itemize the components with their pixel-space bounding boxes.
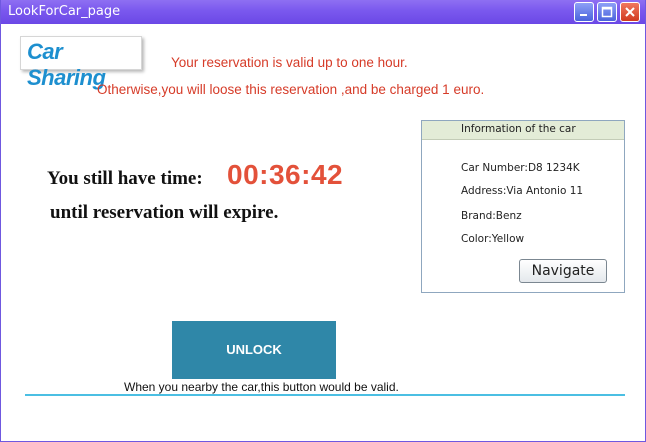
close-button[interactable] (620, 2, 640, 22)
window-title: LookForCar_page (8, 4, 121, 19)
title-bar[interactable]: LookForCar_page (1, 0, 645, 24)
reservation-notice-line1: Your reservation is valid up to one hour… (171, 55, 408, 70)
unlock-hint: When you nearby the car,this button woul… (124, 380, 399, 394)
car-info-panel: Information of the car Car Number:D8 123… (421, 120, 625, 293)
car-info-header: Information of the car (422, 121, 624, 140)
maximize-button[interactable] (597, 2, 617, 22)
countdown-timer: 00:36:42 (227, 159, 344, 190)
reservation-notice-line2: Otherwise,you will loose this reservatio… (97, 82, 485, 97)
main-content: Car Sharing Your reservation is valid up… (7, 24, 639, 436)
app-window: LookForCar_page Car Sharing Your reserva… (0, 0, 646, 442)
navigate-button[interactable]: Navigate (519, 259, 607, 283)
car-number: Car Number:D8 1234K (461, 162, 580, 174)
car-info-title: Information of the car (461, 123, 576, 135)
car-brand: Brand:Benz (461, 210, 522, 222)
expire-text: until reservation will expire. (50, 202, 279, 223)
minimize-button[interactable] (574, 2, 594, 22)
maximize-icon (601, 6, 613, 18)
time-remaining-label: You still have time: (47, 168, 203, 189)
close-icon (625, 7, 635, 17)
car-address: Address:Via Antonio 11 (461, 185, 584, 197)
car-color: Color:Yellow (461, 233, 525, 245)
minimize-icon (580, 14, 587, 16)
unlock-button[interactable]: UNLOCK (172, 321, 336, 379)
car-sharing-logo: Car Sharing (20, 36, 142, 90)
divider-line (25, 394, 625, 396)
